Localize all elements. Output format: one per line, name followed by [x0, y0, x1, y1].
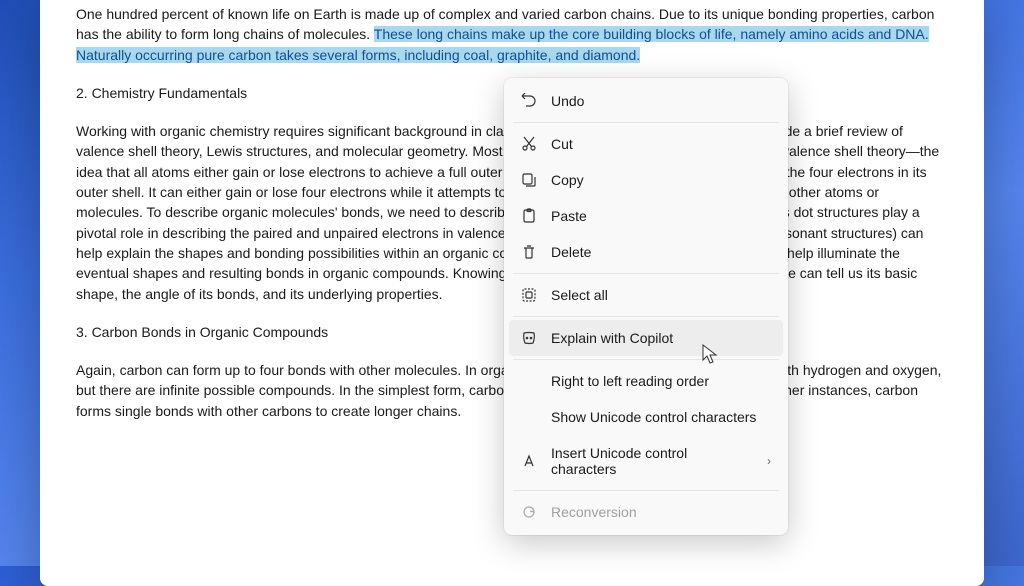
reconversion-icon — [521, 504, 537, 520]
menu-undo-label: Undo — [551, 93, 771, 109]
menu-divider — [513, 122, 779, 123]
paragraph-1[interactable]: One hundred percent of known life on Ear… — [76, 4, 948, 65]
menu-select-all[interactable]: Select all — [509, 277, 783, 313]
menu-undo[interactable]: Undo — [509, 83, 783, 119]
copy-icon — [521, 172, 537, 188]
select-all-icon — [521, 287, 537, 303]
chevron-right-icon: › — [767, 454, 771, 468]
menu-divider — [513, 316, 779, 317]
menu-rtl[interactable]: Right to left reading order — [509, 363, 783, 399]
copilot-icon — [521, 330, 537, 346]
menu-paste-label: Paste — [551, 208, 771, 224]
menu-rtl-label: Right to left reading order — [551, 373, 771, 389]
menu-delete[interactable]: Delete — [509, 234, 783, 270]
delete-icon — [521, 244, 537, 260]
menu-insert-unicode-label: Insert Unicode control characters — [551, 445, 753, 477]
cut-icon — [521, 136, 537, 152]
undo-icon — [521, 93, 537, 109]
menu-divider — [513, 490, 779, 491]
menu-paste[interactable]: Paste — [509, 198, 783, 234]
menu-reconversion: Reconversion — [509, 494, 783, 530]
text-a-icon — [521, 453, 537, 469]
menu-divider — [513, 273, 779, 274]
menu-select-all-label: Select all — [551, 287, 771, 303]
menu-show-unicode[interactable]: Show Unicode control characters — [509, 399, 783, 435]
menu-insert-unicode[interactable]: Insert Unicode control characters › — [509, 435, 783, 487]
empty-icon — [521, 373, 537, 389]
menu-copy[interactable]: Copy — [509, 162, 783, 198]
menu-show-unicode-label: Show Unicode control characters — [551, 409, 771, 425]
empty-icon — [521, 409, 537, 425]
menu-delete-label: Delete — [551, 244, 771, 260]
menu-explain-copilot[interactable]: Explain with Copilot — [509, 320, 783, 356]
menu-copy-label: Copy — [551, 172, 771, 188]
menu-cut-label: Cut — [551, 136, 771, 152]
paste-icon — [521, 208, 537, 224]
menu-reconversion-label: Reconversion — [551, 504, 771, 520]
menu-divider — [513, 359, 779, 360]
menu-explain-copilot-label: Explain with Copilot — [551, 330, 771, 346]
menu-cut[interactable]: Cut — [509, 126, 783, 162]
context-menu: Undo Cut Copy Paste Delete Select all — [504, 78, 788, 535]
